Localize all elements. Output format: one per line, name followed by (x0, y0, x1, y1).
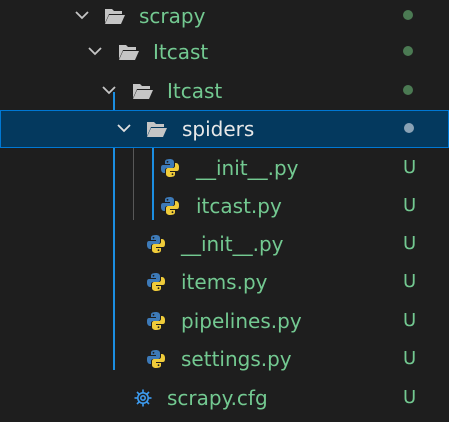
untracked-badge: U (403, 271, 417, 292)
python-icon (161, 197, 179, 215)
tree-item-pipelines-py-file[interactable]: pipelines.py U (0, 302, 449, 340)
tree-item-items-py-file[interactable]: items.py U (0, 263, 449, 301)
tree-item-spiders-init-file[interactable]: __init__.py U (0, 149, 449, 187)
untracked-badge: U (403, 195, 417, 216)
tree-item-label: spiders (182, 117, 255, 141)
folder-open-icon (119, 45, 139, 60)
tree-item-label: Itcast (153, 40, 209, 64)
tree-item-label: pipelines.py (181, 309, 302, 333)
folder-open-icon (105, 9, 125, 24)
tree-item-label: items.py (181, 270, 268, 294)
chevron-down-icon[interactable] (116, 120, 132, 136)
python-icon (161, 159, 179, 177)
modified-dot-indicator (404, 123, 414, 133)
chevron-down-icon[interactable] (101, 82, 117, 98)
tree-item-label: itcast.py (196, 194, 282, 218)
tree-item-label: scrapy.cfg (167, 386, 268, 410)
untracked-badge: U (403, 233, 417, 254)
untracked-badge: U (403, 157, 417, 178)
tree-item-label: __init__.py (196, 156, 299, 180)
tree-item-settings-py-file[interactable]: settings.py U (0, 340, 449, 378)
modified-dot-indicator (403, 46, 413, 56)
modified-dot-indicator (403, 10, 413, 20)
chevron-down-icon[interactable] (74, 7, 90, 23)
python-icon (147, 235, 165, 253)
tree-item-spiders-folder[interactable]: spiders (0, 110, 449, 148)
gear-icon (134, 389, 152, 407)
tree-item-itcast-inner-folder[interactable]: Itcast (0, 72, 449, 110)
tree-item-label: __init__.py (181, 232, 284, 256)
tree-item-label: Itcast (167, 79, 223, 103)
tree-item-scrapy-cfg-file[interactable]: scrapy.cfg U (0, 379, 449, 417)
folder-open-icon (147, 122, 167, 137)
untracked-badge: U (403, 348, 417, 369)
tree-item-label: scrapy (139, 4, 206, 28)
python-icon (147, 273, 165, 291)
tree-item-itcast-py-file[interactable]: itcast.py U (0, 187, 449, 225)
modified-dot-indicator (403, 85, 413, 95)
python-icon (147, 350, 165, 368)
python-icon (147, 312, 165, 330)
file-explorer-tree: scrapy Itcast Itcast spiders __init__.py… (0, 0, 449, 422)
untracked-badge: U (403, 310, 417, 331)
tree-item-itcast-init-file[interactable]: __init__.py U (0, 225, 449, 263)
untracked-badge: U (403, 387, 417, 408)
chevron-down-icon[interactable] (87, 43, 103, 59)
tree-item-label: settings.py (181, 347, 292, 371)
tree-item-scrapy-folder[interactable]: scrapy (0, 0, 449, 35)
folder-open-icon (133, 84, 153, 99)
tree-item-itcast-folder[interactable]: Itcast (0, 33, 449, 71)
